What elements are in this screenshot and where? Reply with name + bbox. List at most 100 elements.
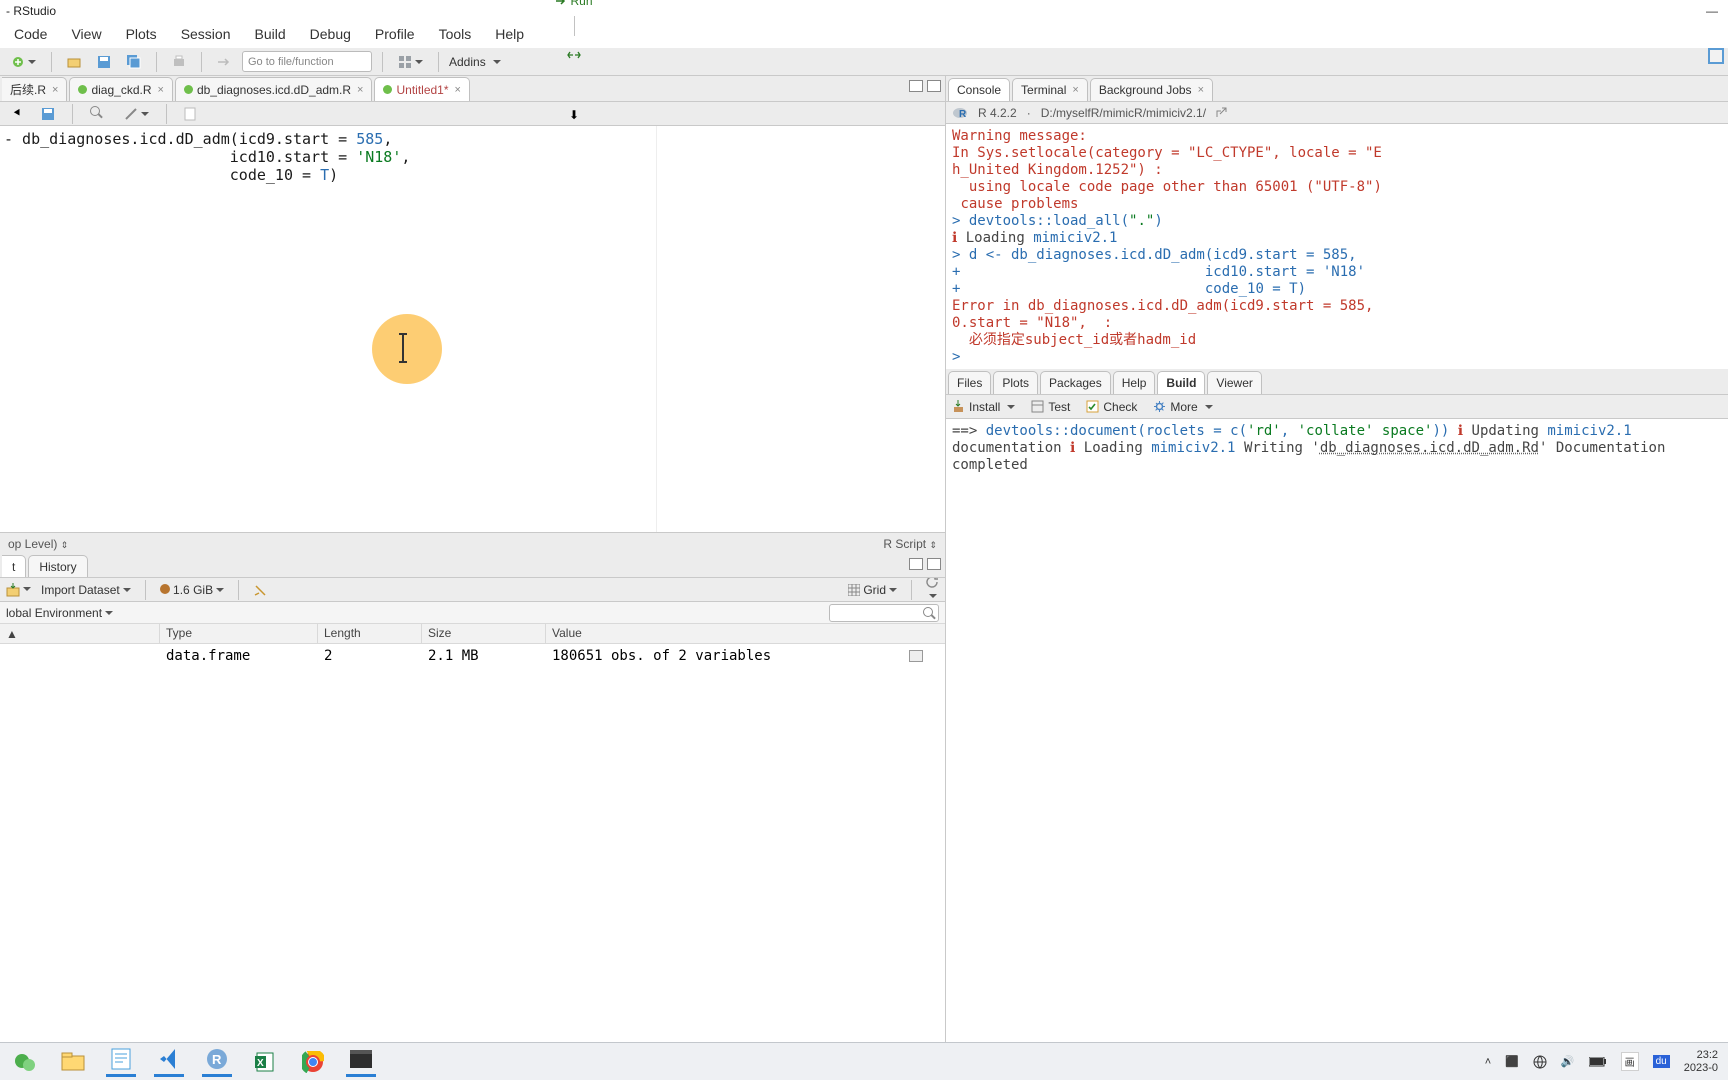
filetype-selector[interactable]: R Script ⇕: [883, 537, 937, 551]
console-tab[interactable]: Console: [948, 78, 1010, 101]
help-tab[interactable]: Help: [1113, 371, 1156, 394]
broom-button[interactable]: [253, 583, 267, 597]
view-mode-grid[interactable]: Grid: [848, 583, 897, 597]
history-tab[interactable]: History: [28, 555, 87, 577]
tab-file-3[interactable]: db_diagnoses.icd.dD_adm.R×: [175, 77, 373, 101]
down-arrow-button[interactable]: ⬇: [563, 104, 585, 126]
system-tray: ˄ ⬛ 🔊 画 du 23:2 2023-0: [1485, 1049, 1718, 1075]
file-explorer-icon[interactable]: [58, 1047, 88, 1077]
environment-scope-bar: lobal Environment: [0, 602, 945, 624]
wand-button[interactable]: [119, 103, 154, 125]
wechat-icon[interactable]: [10, 1047, 40, 1077]
back-button[interactable]: ⯇: [6, 103, 28, 125]
tray-network-icon[interactable]: [1533, 1055, 1547, 1069]
col-name[interactable]: ▲: [0, 624, 160, 643]
build-tabstrip: Files Plots Packages Help Build Viewer: [946, 369, 1728, 395]
tray-chevron-icon[interactable]: ˄: [1485, 1056, 1491, 1068]
more-button[interactable]: More: [1153, 400, 1212, 414]
print-button[interactable]: [167, 51, 191, 73]
col-value[interactable]: Value: [546, 624, 945, 643]
run-button[interactable]: Run: [555, 0, 592, 8]
memory-button[interactable]: 1.6 GiB: [160, 583, 224, 597]
editor-ruler: [656, 126, 657, 532]
notebook-button[interactable]: [179, 103, 201, 125]
minimize-pane-icon[interactable]: [909, 80, 923, 92]
new-file-button[interactable]: [6, 51, 41, 73]
tray-input-icon[interactable]: ⬛: [1505, 1055, 1519, 1068]
check-button[interactable]: Check: [1086, 400, 1137, 414]
highlight-cursor: [372, 314, 442, 384]
tab-close-icon[interactable]: ×: [52, 84, 58, 96]
open-button[interactable]: [62, 51, 86, 73]
tray-app-icon[interactable]: 画: [1621, 1052, 1639, 1071]
excel-icon[interactable]: X: [250, 1047, 280, 1077]
maximize-pane-icon[interactable]: [927, 558, 941, 570]
tab-close-icon[interactable]: ×: [357, 84, 363, 96]
project-button[interactable]: [1708, 48, 1724, 64]
rstudio-icon[interactable]: R: [202, 1047, 232, 1077]
col-length[interactable]: Length: [318, 624, 422, 643]
code-editor[interactable]: - db_diagnoses.icd.dD_adm(icd9.start = 5…: [0, 126, 945, 532]
powershell-icon[interactable]: [346, 1047, 376, 1077]
maximize-pane-icon[interactable]: [927, 80, 941, 92]
find-button[interactable]: [85, 103, 111, 125]
install-button[interactable]: Install: [952, 400, 1015, 414]
save-all-button[interactable]: [122, 51, 146, 73]
tray-baidu-icon[interactable]: du: [1653, 1055, 1670, 1068]
tray-battery-icon[interactable]: [1589, 1057, 1607, 1067]
import-dataset-button[interactable]: Import Dataset: [41, 583, 131, 597]
text-caret-icon: [402, 333, 404, 363]
save-file-button[interactable]: [36, 103, 60, 125]
build-tab[interactable]: Build: [1157, 371, 1205, 394]
tab-close-icon[interactable]: ×: [158, 84, 164, 96]
tab-close-icon[interactable]: ×: [1072, 84, 1078, 96]
env-tab-partial[interactable]: t: [2, 555, 26, 577]
svg-text:R: R: [959, 109, 967, 120]
working-directory-label[interactable]: D:/myselfR/mimicR/mimiciv2.1/: [1041, 106, 1206, 120]
r-file-icon: [184, 85, 193, 94]
r-logo-icon: R: [952, 106, 968, 120]
tab-close-icon[interactable]: ×: [455, 84, 461, 96]
menu-code[interactable]: Code: [14, 26, 47, 46]
refresh-button[interactable]: [926, 576, 939, 603]
tab-file-2[interactable]: diag_ckd.R×: [69, 77, 172, 101]
rerun-button[interactable]: [562, 44, 586, 66]
clock[interactable]: 23:2 2023-0: [1684, 1049, 1718, 1075]
window-minimize-button[interactable]: —: [1702, 4, 1722, 18]
save-button[interactable]: [92, 51, 116, 73]
environment-toolbar: Import Dataset 1.6 GiB Grid: [0, 578, 945, 602]
scope-selector[interactable]: lobal Environment: [6, 606, 113, 620]
scope-selector[interactable]: op Level) ⇕: [8, 537, 68, 551]
vscode-icon[interactable]: [154, 1047, 184, 1077]
environment-table-header: ▲ Type Length Size Value: [0, 624, 945, 644]
background-jobs-tab[interactable]: Background Jobs×: [1090, 78, 1213, 101]
terminal-tab[interactable]: Terminal×: [1012, 78, 1088, 101]
popout-icon[interactable]: [1216, 107, 1227, 118]
menu-view[interactable]: View: [71, 26, 101, 46]
minimize-pane-icon[interactable]: [909, 558, 923, 570]
editor-statusbar: op Level) ⇕ R Script ⇕: [0, 532, 945, 554]
tab-close-icon[interactable]: ×: [1198, 84, 1204, 96]
console-output[interactable]: Warning message: In Sys.setlocale(catego…: [946, 124, 1728, 369]
view-table-icon[interactable]: [909, 650, 923, 662]
chrome-icon[interactable]: [298, 1047, 328, 1077]
svg-text:R: R: [212, 1052, 222, 1067]
load-button[interactable]: [6, 582, 31, 597]
viewer-tab[interactable]: Viewer: [1207, 371, 1261, 394]
build-output[interactable]: ==> devtools::document(roclets = c('rd',…: [946, 419, 1728, 1042]
tab-file-4[interactable]: Untitled1*×: [374, 77, 469, 101]
col-type[interactable]: Type: [160, 624, 318, 643]
files-tab[interactable]: Files: [948, 371, 991, 394]
table-row[interactable]: data.frame 2 2.1 MB 180651 obs. of 2 var…: [0, 644, 945, 668]
memory-pie-icon: [160, 584, 170, 594]
menu-plots[interactable]: Plots: [126, 26, 157, 46]
svg-text:X: X: [257, 1058, 264, 1069]
packages-tab[interactable]: Packages: [1040, 371, 1111, 394]
gear-icon: [1153, 400, 1166, 413]
col-size[interactable]: Size: [422, 624, 546, 643]
notepad-icon[interactable]: [106, 1047, 136, 1077]
tab-file-1[interactable]: 后续.R×: [2, 77, 67, 101]
test-button[interactable]: Test: [1031, 400, 1070, 414]
tray-volume-icon[interactable]: 🔊: [1561, 1055, 1575, 1068]
plots-tab[interactable]: Plots: [993, 371, 1038, 394]
